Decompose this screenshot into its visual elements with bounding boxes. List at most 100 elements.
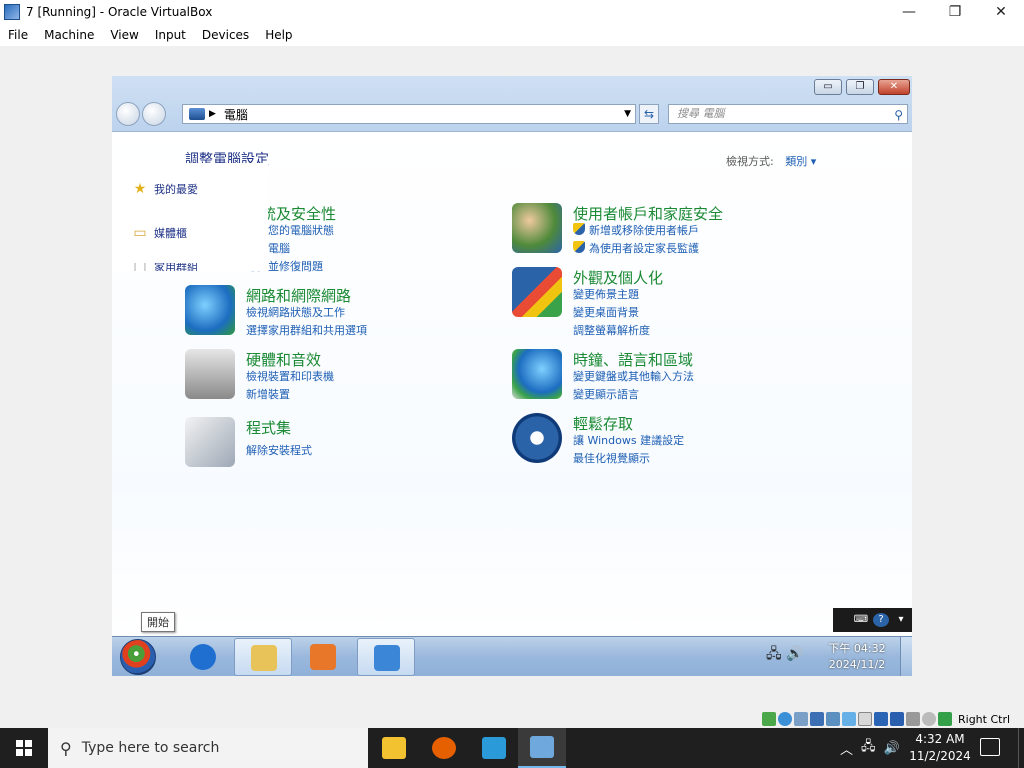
host-start-button[interactable] [0,728,48,768]
explorer-chrome: ▭ ❐ ✕ ▶ 電腦 ▼ ⇆ 搜尋 電腦 ⚲ [112,76,912,132]
taskbar-item-internet-explorer[interactable] [174,638,232,676]
help-icon[interactable]: ? [873,613,889,627]
category-title[interactable]: 外觀及個人化 [573,267,663,288]
optical-drive-icon[interactable] [778,712,792,726]
category-clock-region[interactable]: 時鐘、語言和區域 變更鍵盤或其他輸入方法 變更顯示語言 [512,349,832,415]
forward-button[interactable] [142,102,166,126]
keyboard-icon[interactable]: ⌨ [853,613,869,627]
breadcrumb-separator-icon: ▶ [209,109,216,119]
menu-input[interactable]: Input [147,28,194,42]
menu-view[interactable]: View [102,28,146,42]
host-menu-bar: File Machine View Input Devices Help [0,24,1024,46]
category-link[interactable]: 讓 Windows 建議設定 [573,432,684,448]
favorites-label: 我的最愛 [154,183,198,196]
taskbar-item-media-player[interactable] [294,638,352,676]
guest-screen[interactable]: ▭ ❐ ✕ ▶ 電腦 ▼ ⇆ 搜尋 電腦 ⚲ 調整電腦設定 檢視方式: 類別 ▾ [112,76,912,676]
langbar-menu-icon[interactable]: ▾ [893,613,909,627]
address-dropdown-icon[interactable]: ▼ [624,109,631,119]
host-taskbar-file-explorer[interactable] [370,728,418,768]
category-link[interactable]: 解除安裝程式 [246,442,312,458]
virtualization-icon[interactable] [890,712,904,726]
category-link[interactable]: 變更鍵盤或其他輸入方法 [573,368,694,384]
network-icon[interactable]: 🖧 [861,737,876,759]
host-minimize-button[interactable]: — [886,0,932,24]
usb-icon[interactable] [826,712,840,726]
host-tray: ︿ 🖧 🔊 [836,728,904,768]
category-title[interactable]: 網路和網際網路 [246,285,351,306]
user-accounts-icon [512,203,562,253]
category-link[interactable]: 為使用者設定家長監護 [573,240,699,256]
programs-icon [185,417,235,467]
guest-minimize-button[interactable]: ▭ [814,79,842,95]
category-link[interactable]: 調整螢幕解析度 [573,322,650,338]
address-bar[interactable]: ▶ 電腦 ▼ [182,104,636,124]
guest-restore-button[interactable]: ❐ [846,79,874,95]
host-close-button[interactable]: ✕ [978,0,1024,24]
shared-folders-icon[interactable] [842,712,856,726]
start-orb-button[interactable] [120,639,156,675]
menu-help[interactable]: Help [257,28,300,42]
category-ease-of-access[interactable]: 輕鬆存取 讓 Windows 建議設定 最佳化視覺顯示 [512,413,832,479]
video-capture-icon[interactable] [874,712,888,726]
category-link[interactable]: 變更佈景主題 [573,286,639,302]
menu-devices[interactable]: Devices [194,28,257,42]
host-search-box[interactable]: ⚲ Type here to search [48,728,368,768]
category-title[interactable]: 硬體和音效 [246,349,321,370]
host-taskbar-vscode[interactable] [470,728,518,768]
host-maximize-button[interactable]: ❐ [932,0,978,24]
category-hardware-sound[interactable]: 硬體和音效 檢視裝置和印表機 新增裝置 [185,349,505,415]
show-desktop-button[interactable] [900,637,912,676]
show-hidden-icons-icon[interactable]: ︿ [840,739,853,758]
category-user-accounts[interactable]: 使用者帳戶和家庭安全 新增或移除使用者帳戶 為使用者設定家長監護 [512,203,832,269]
category-link[interactable]: 變更桌面背景 [573,304,639,320]
category-link[interactable]: 最佳化視覺顯示 [573,450,650,466]
refresh-icon[interactable]: ⇆ [639,104,659,124]
taskbar-item-windows-explorer[interactable] [234,638,292,676]
network-adapter-icon[interactable] [810,712,824,726]
media-player-icon [310,644,336,670]
category-title[interactable]: 時鐘、語言和區域 [573,349,693,370]
view-by-dropdown[interactable]: 類別 ▾ [785,155,816,168]
host-taskbar-firefox[interactable] [420,728,468,768]
category-link[interactable]: 檢視裝置和印表機 [246,368,334,384]
category-title[interactable]: 使用者帳戶和家庭安全 [573,203,723,224]
display-icon[interactable] [858,712,872,726]
back-button[interactable] [116,102,140,126]
category-programs[interactable]: 程式集 解除安裝程式 [185,417,505,483]
menu-file[interactable]: File [0,28,36,42]
volume-tray-icon[interactable]: 🔊 [786,646,803,662]
control-panel-content: 調整電腦設定 檢視方式: 類別 ▾ 系統及安全性 檢閱您的電腦狀態 備份電腦 尋… [112,133,912,636]
search-icon[interactable]: ⚲ [894,106,903,124]
hard-disk-icon[interactable] [762,712,776,726]
volume-icon[interactable]: 🔊 [884,741,900,756]
favorites-item[interactable]: ★ 我的最愛 [132,181,198,197]
homegroup-item[interactable]: □ 家用群組 [132,263,198,271]
category-appearance[interactable]: 外觀及個人化 變更佈景主題 變更桌面背景 調整螢幕解析度 [512,267,832,337]
appearance-icon [512,267,562,317]
category-title[interactable]: 程式集 [246,417,291,438]
notifications-icon[interactable] [980,738,1000,756]
mouse-integration-icon[interactable] [906,712,920,726]
category-link[interactable]: 檢視網路狀態及工作 [246,304,345,320]
network-tray-icon[interactable]: 🖧 [766,646,782,662]
category-link[interactable]: 新增裝置 [246,386,290,402]
network-icon [185,285,235,335]
category-title[interactable]: 輕鬆存取 [573,413,633,434]
file-explorer-icon [382,737,406,759]
menu-machine[interactable]: Machine [36,28,102,42]
start-tooltip: 開始 [141,612,175,632]
category-link[interactable]: 新增或移除使用者帳戶 [573,222,699,238]
show-desktop-button[interactable] [1018,728,1024,768]
library-item[interactable]: ▭ 媒體櫃 [132,225,187,241]
category-network[interactable]: 網路和網際網路 檢視網路狀態及工作 選擇家用群組和共用選項 [185,285,505,351]
search-input[interactable]: 搜尋 電腦 ⚲ [668,104,908,124]
keyboard-capture-icon[interactable] [922,712,936,726]
host-taskbar-virtualbox[interactable] [518,728,566,768]
category-link[interactable]: 選擇家用群組和共用選項 [246,322,367,338]
host-clock[interactable]: 4:32 AM 11/2/2024 [904,731,976,765]
audio-icon[interactable] [794,712,808,726]
taskbar-item-control-panel[interactable] [357,638,415,676]
guest-close-button[interactable]: ✕ [878,79,910,95]
category-link[interactable]: 變更顯示語言 [573,386,639,402]
guest-clock[interactable]: 下午 04:32 2024/11/2 [812,641,902,673]
